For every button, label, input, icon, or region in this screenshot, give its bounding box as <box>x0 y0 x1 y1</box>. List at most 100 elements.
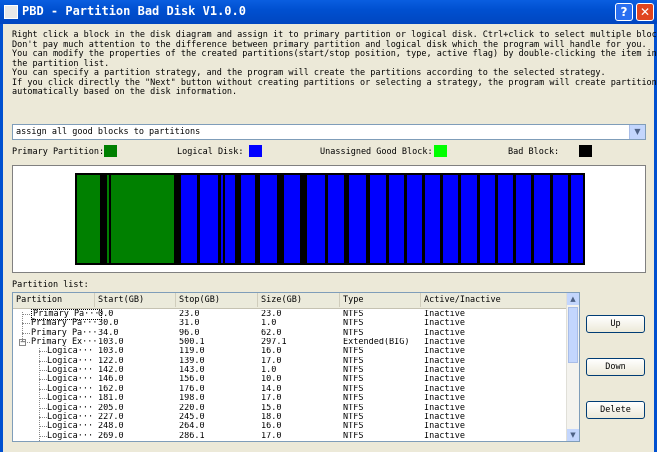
cell-size: 23.0 <box>261 310 282 319</box>
disk-block[interactable] <box>327 175 345 263</box>
cell-stop: 139.0 <box>179 356 205 366</box>
cell-start: 0.0 <box>98 310 114 319</box>
tree-connector <box>22 314 30 315</box>
table-row[interactable]: Logica··· 248.0 264.0 16.0 NTFS Inactive <box>13 422 569 431</box>
table-row[interactable]: Logica··· 162.0 176.0 14.0 NTFS Inactive <box>13 384 569 394</box>
disk-map[interactable] <box>75 173 585 265</box>
scroll-up-icon[interactable]: ▲ <box>567 293 579 305</box>
cell-stop: 198.0 <box>179 394 205 404</box>
column-header-size[interactable]: Size(GB) <box>258 293 340 307</box>
column-header-start[interactable]: Start(GB) <box>95 293 176 307</box>
cell-start: 181.0 <box>98 394 124 404</box>
cell-size: 297.1 <box>261 338 287 348</box>
cell-size: 17.0 <box>261 431 282 441</box>
disk-block[interactable] <box>516 175 532 263</box>
help-button[interactable]: ? <box>615 3 633 21</box>
cell-type: NTFS <box>343 310 364 319</box>
instruction-line: automatically based on the disk informat… <box>12 87 238 97</box>
cell-active: Inactive <box>424 394 465 404</box>
cell-size: 14.0 <box>261 384 282 394</box>
tree-connector <box>39 379 47 381</box>
cell-type: NTFS <box>343 366 364 376</box>
disk-block[interactable] <box>224 175 235 263</box>
disk-block[interactable] <box>77 175 101 263</box>
tree-connector <box>39 416 47 418</box>
disk-block[interactable] <box>479 175 495 263</box>
cell-start: 103.0 <box>98 347 124 357</box>
cell-size: 18.0 <box>261 412 282 422</box>
disk-block[interactable] <box>534 175 550 263</box>
cell-type: NTFS <box>343 347 364 357</box>
disk-block[interactable] <box>240 175 256 263</box>
strategy-dropdown[interactable]: assign all good blocks to partitions ▼ <box>12 124 646 140</box>
disk-block[interactable] <box>107 175 110 263</box>
disk-block[interactable] <box>570 175 583 263</box>
cell-stop: 119.0 <box>179 347 205 357</box>
legend-primary-label: Primary Partition: <box>12 147 105 157</box>
tree-connector <box>39 435 47 437</box>
disk-block[interactable] <box>111 175 175 263</box>
tree-connector <box>39 398 47 400</box>
table-row[interactable]: Logica··· 269.0 286.1 17.0 NTFS Inactive <box>13 430 569 441</box>
delete-button[interactable]: Delete <box>586 401 645 419</box>
chevron-down-icon[interactable]: ▼ <box>629 125 645 139</box>
table-row[interactable]: Primary Ex··· −103.0 500.1 297.1 Extended(BI… <box>13 338 569 347</box>
cell-start: 122.0 <box>98 356 124 366</box>
disk-block[interactable] <box>425 175 441 263</box>
disk-block[interactable] <box>406 175 423 263</box>
scroll-down-icon[interactable]: ▼ <box>567 429 579 441</box>
up-button[interactable]: Up <box>586 315 645 333</box>
legend-primary-swatch <box>104 145 117 157</box>
table-row[interactable]: Logica··· 146.0 156.0 10.0 NTFS Inactive <box>13 375 569 384</box>
disk-block[interactable] <box>497 175 514 263</box>
cell-size: 10.0 <box>261 375 282 385</box>
table-row[interactable]: Logica··· 205.0 220.0 15.0 NTFS Inactive <box>13 403 569 413</box>
cell-start: 142.0 <box>98 366 124 376</box>
column-header-type[interactable]: Type <box>340 293 421 307</box>
vertical-scrollbar[interactable]: ▲ ▼ <box>566 293 579 441</box>
legend-unassigned-swatch <box>434 145 447 157</box>
column-header-partition[interactable]: Partition <box>13 293 95 307</box>
disk-block[interactable] <box>260 175 278 263</box>
down-button[interactable]: Down <box>586 358 645 376</box>
tree-connector <box>39 370 47 372</box>
disk-block[interactable] <box>370 175 386 263</box>
partition-list-label: Partition list: <box>12 280 89 290</box>
table-row[interactable]: Logica··· 142.0 143.0 1.0 NTFS Inactive <box>13 366 569 375</box>
disk-block[interactable] <box>349 175 367 263</box>
partition-name: Logica··· <box>47 430 94 441</box>
partition-list[interactable]: Partition Start(GB) Stop(GB) Size(GB) Ty… <box>12 292 580 442</box>
disk-block[interactable] <box>388 175 404 263</box>
disk-block[interactable] <box>284 175 300 263</box>
cell-size: 1.0 <box>261 319 277 329</box>
column-header-active[interactable]: Active/Inactive <box>421 293 569 307</box>
disk-block[interactable] <box>443 175 459 263</box>
table-row[interactable]: Logica··· 227.0 245.0 18.0 NTFS Inactive <box>13 412 569 422</box>
cell-type: NTFS <box>343 431 364 441</box>
tree-connector <box>39 348 40 441</box>
disk-block[interactable] <box>200 175 218 263</box>
close-button[interactable]: ✕ <box>636 3 654 21</box>
tree-connector <box>39 426 47 428</box>
cell-type: NTFS <box>343 394 364 404</box>
disk-block[interactable] <box>306 175 325 263</box>
table-row[interactable]: Logica··· 122.0 139.0 17.0 NTFS Inactive <box>13 356 569 366</box>
table-row[interactable]: Logica··· 103.0 119.0 16.0 NTFS Inactive <box>13 347 569 356</box>
disk-block[interactable] <box>181 175 198 263</box>
cell-stop: 245.0 <box>179 412 205 422</box>
cell-active: Inactive <box>424 366 465 376</box>
cell-active: Inactive <box>424 310 465 319</box>
cell-start: 30.0 <box>98 319 119 329</box>
cell-active: Inactive <box>424 412 465 422</box>
disk-block[interactable] <box>461 175 477 263</box>
cell-size: 62.0 <box>261 328 282 338</box>
legend-logical-label: Logical Disk: <box>177 147 244 157</box>
disk-block[interactable] <box>552 175 568 263</box>
cell-stop: 176.0 <box>179 384 205 394</box>
cell-type: NTFS <box>343 319 364 329</box>
scrollbar-thumb[interactable] <box>568 307 578 363</box>
disk-block[interactable] <box>220 175 223 263</box>
cell-type: NTFS <box>343 375 364 385</box>
table-row[interactable]: Logica··· 181.0 198.0 17.0 NTFS Inactive <box>13 394 569 403</box>
column-header-stop[interactable]: Stop(GB) <box>176 293 258 307</box>
